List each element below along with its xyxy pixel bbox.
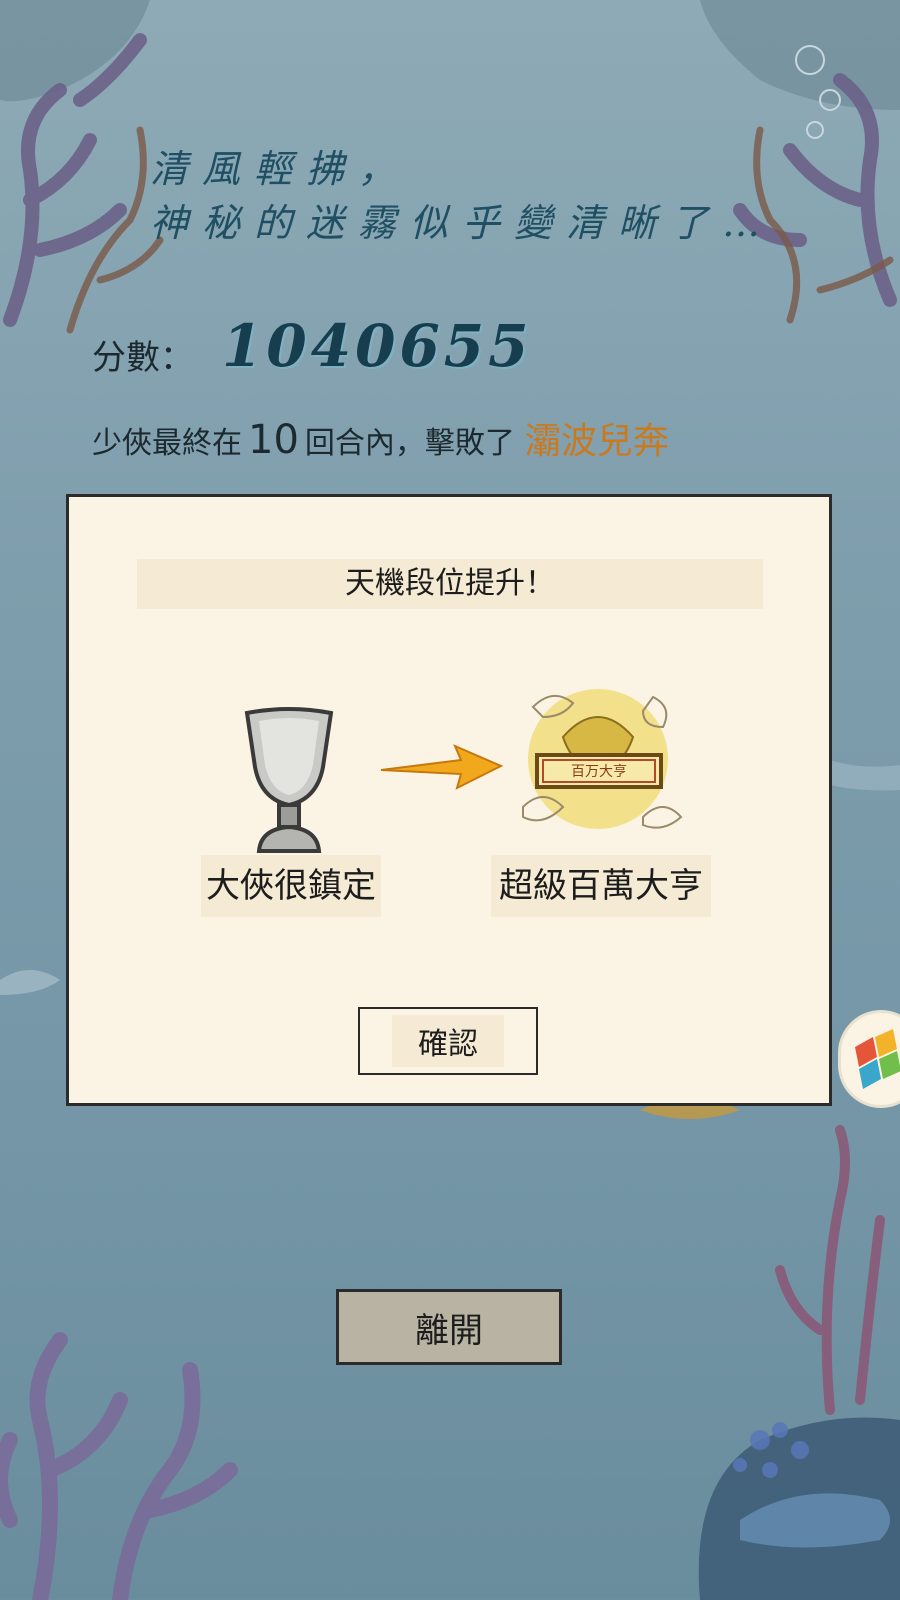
result-prefix: 少俠最終在 xyxy=(92,426,242,461)
poem-line-1: 清風輕拂， xyxy=(150,147,411,191)
golden-dragon-emblem-icon xyxy=(522,689,683,829)
poem-line-2: 神秘的迷霧似乎變清晰了… xyxy=(150,201,775,245)
score-label: 分數： xyxy=(92,338,194,378)
confirm-button-label: 確認 xyxy=(392,1015,504,1067)
rank-plaque-text: 百万大亨 xyxy=(571,764,627,780)
arrow-right-icon xyxy=(380,744,504,790)
silver-cup-icon xyxy=(244,707,334,853)
leave-button[interactable]: 離開 xyxy=(336,1289,562,1365)
score-value: 1040655 xyxy=(222,312,533,380)
battle-result: 少俠最終在 10 回合內，擊敗了 灞波兒奔 xyxy=(92,412,669,464)
round-count: 10 xyxy=(248,417,299,463)
result-middle: 回合內，擊敗了 xyxy=(304,426,515,461)
confirm-button[interactable]: 確認 xyxy=(358,1007,538,1075)
rank-up-dialog: 天機段位提升！ 百万大亨 大俠很鎮定 超級百萬大亨 確認 xyxy=(66,494,832,1106)
badge-icon xyxy=(855,1029,900,1089)
dialog-title: 天機段位提升！ xyxy=(137,559,763,609)
new-rank-label: 超級百萬大亨 xyxy=(491,855,711,917)
boss-name: 灞波兒奔 xyxy=(524,421,669,462)
old-rank-label: 大俠很鎮定 xyxy=(201,855,381,917)
